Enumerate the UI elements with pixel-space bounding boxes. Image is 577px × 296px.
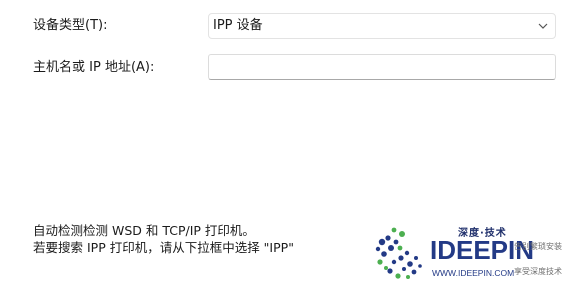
watermark-side-line-2: 享受深度技术 [514,267,562,276]
ideepin-logo-icon [375,227,422,279]
host-address-label: 主机名或 IP 地址(A): [33,60,155,75]
chevron-down-icon[interactable] [537,21,549,31]
info-text: 自动检测检测 WSD 和 TCP/IP 打印机。 若要搜索 IPP 打印机，请从… [33,222,294,256]
watermark-side-line-1: 告别繁琐安装 [514,242,562,251]
watermark: 深度·技术 IDEEPIN WWW.IDEEPIN.COM 告别繁琐安装 享受深… [374,222,574,286]
device-type-select[interactable]: IPP 设备 [208,13,556,39]
host-address-input[interactable] [208,54,556,80]
info-line-1: 自动检测检测 WSD 和 TCP/IP 打印机。 [33,223,255,238]
device-type-selected-value: IPP 设备 [213,18,263,33]
info-line-2: 若要搜索 IPP 打印机，请从下拉框中选择 "IPP" [33,240,294,255]
add-printer-page: 设备类型(T): IPP 设备 主机名或 IP 地址(A): 自动检测检测 WS… [0,0,577,296]
device-type-label: 设备类型(T): [33,18,108,33]
watermark-url: WWW.IDEEPIN.COM [432,268,515,278]
